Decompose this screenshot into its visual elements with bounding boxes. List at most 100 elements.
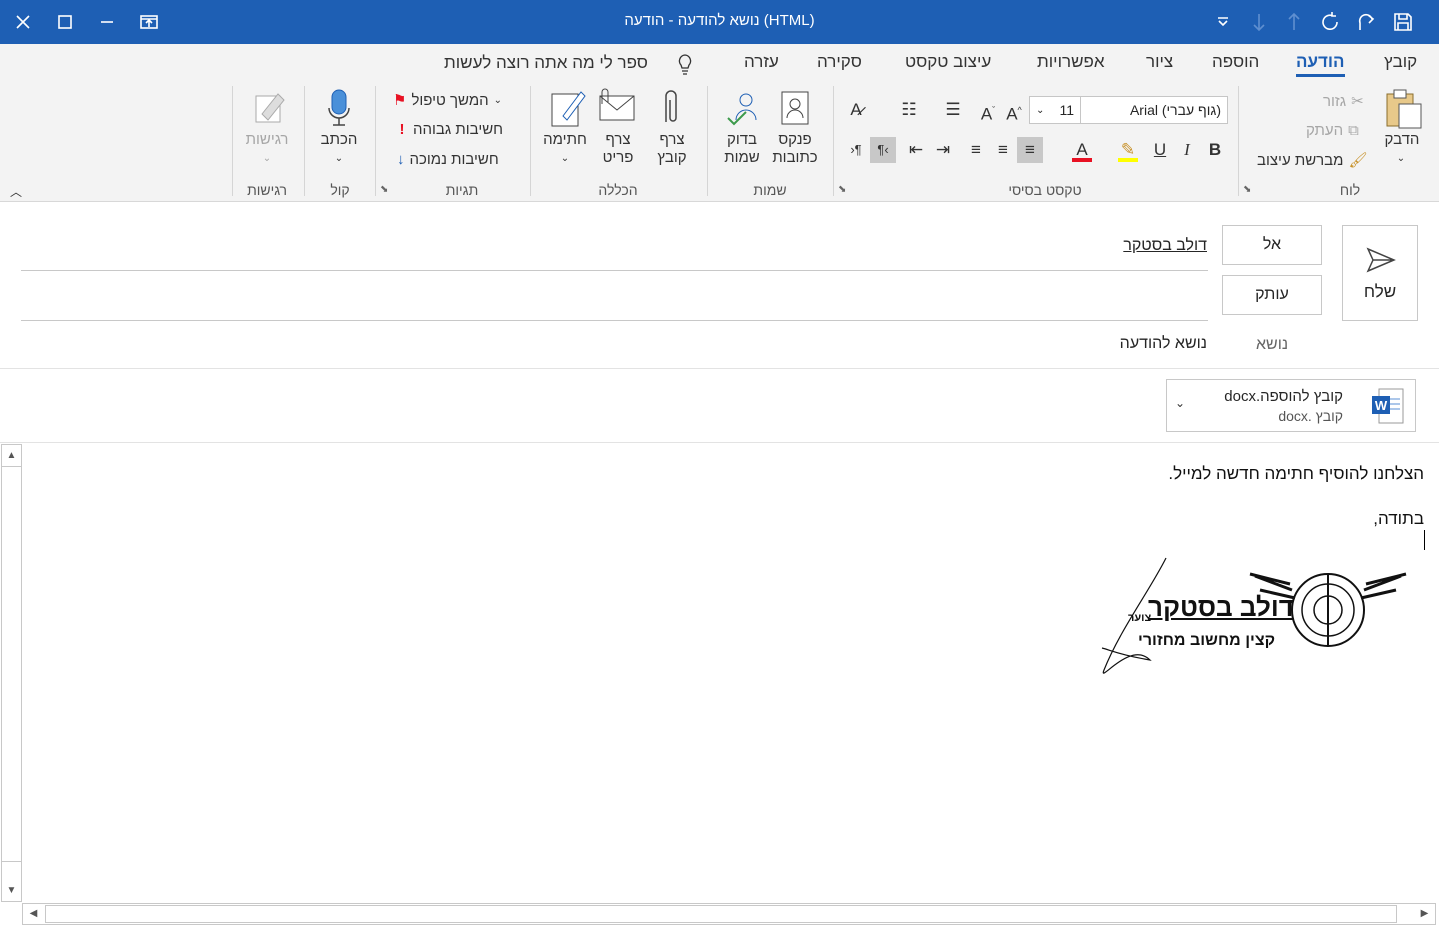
check-names-icon bbox=[727, 93, 757, 126]
collapse-ribbon-icon[interactable]: ︿ bbox=[8, 183, 24, 201]
sensitivity-button[interactable]: רגישות bbox=[241, 131, 293, 149]
highlighter-icon: ✎ bbox=[1120, 140, 1136, 159]
scroll-left-icon[interactable]: ◀ bbox=[24, 904, 43, 923]
sensitivity-dropdown-icon[interactable]: ⌄ bbox=[259, 150, 275, 168]
next-item-button[interactable] bbox=[1242, 6, 1276, 38]
signature-dropdown-icon[interactable]: ⌄ bbox=[557, 150, 573, 168]
attachment-name: קובץ להוספה.docx bbox=[1224, 388, 1343, 405]
to-recipient[interactable]: דולב בסטקר bbox=[1123, 237, 1207, 255]
separator bbox=[232, 86, 233, 196]
save-button[interactable] bbox=[1386, 6, 1420, 38]
signature-image: דולב בסטקר צוער קצין מחשוב מחזורי bbox=[1090, 550, 1410, 690]
tab-help[interactable]: עזרה bbox=[744, 52, 779, 72]
tab-draw[interactable]: ציור bbox=[1146, 52, 1173, 72]
lightbulb-icon bbox=[678, 54, 692, 75]
separator bbox=[1238, 86, 1239, 196]
tab-format-text[interactable]: עיצוב טקסט bbox=[905, 52, 991, 72]
tab-options[interactable]: אפשרויות bbox=[1037, 52, 1105, 72]
horizontal-scrollbar[interactable]: ◀ ▶ bbox=[22, 903, 1436, 925]
paste-button[interactable]: הדבק bbox=[1378, 131, 1426, 149]
decrease-indent-button[interactable]: ⇤ bbox=[903, 137, 929, 163]
clear-formatting-button[interactable]: A̷ bbox=[843, 97, 869, 123]
bullets-button[interactable]: ☷ bbox=[896, 97, 922, 123]
vertical-scroll-thumb[interactable] bbox=[2, 466, 21, 862]
low-importance-label: חשיבות נמוכה bbox=[409, 151, 499, 168]
align-center-button[interactable]: ≡ bbox=[990, 137, 1016, 163]
address-book-icon bbox=[781, 91, 809, 125]
cc-field-line bbox=[21, 320, 1208, 321]
font-size-select[interactable]: ⌄ 11 bbox=[1029, 96, 1081, 124]
dictate-button[interactable]: הכתב bbox=[315, 131, 363, 149]
font-size-dropdown-icon: ⌄ bbox=[1036, 104, 1045, 116]
ltr-button[interactable]: ›¶ bbox=[843, 137, 869, 163]
horizontal-scroll-thumb[interactable] bbox=[45, 905, 1397, 923]
customize-qat-button[interactable] bbox=[1206, 6, 1240, 38]
font-family-select[interactable]: (גוף עברי) Arial bbox=[1080, 96, 1228, 124]
sensitivity-icon bbox=[255, 93, 285, 123]
signature-name: דולב בסטקר bbox=[1148, 592, 1294, 622]
check-names-button[interactable]: בדוק שמות bbox=[716, 131, 768, 167]
font-color-button[interactable]: A bbox=[1069, 137, 1095, 163]
cc-button[interactable]: עותק bbox=[1222, 275, 1322, 315]
undo-icon bbox=[1358, 13, 1375, 30]
paste-dropdown-icon[interactable]: ⌄ bbox=[1393, 150, 1409, 168]
grow-font-button[interactable]: A^ bbox=[1001, 97, 1027, 124]
low-importance-button[interactable]: חשיבות נמוכה ↓ bbox=[397, 151, 499, 168]
clipboard-launcher-icon[interactable]: ⬊ bbox=[1243, 184, 1253, 195]
redo-icon bbox=[1322, 12, 1338, 30]
attachment-card[interactable]: W קובץ להוספה.docx קובץ .docx ⌄ bbox=[1166, 379, 1416, 432]
attach-item-button[interactable]: צרף פריט bbox=[594, 131, 642, 167]
microphone-icon bbox=[328, 89, 350, 126]
tab-message[interactable]: הודעה bbox=[1296, 52, 1345, 77]
copy-button[interactable]: ⧉ העתק bbox=[1306, 122, 1359, 139]
dictate-dropdown-icon[interactable]: ⌄ bbox=[331, 150, 347, 168]
high-importance-label: חשיבות גבוהה bbox=[413, 121, 504, 138]
save-icon bbox=[1394, 13, 1412, 31]
highlight-button[interactable]: ✎ bbox=[1115, 137, 1141, 163]
basic-text-launcher-icon[interactable]: ⬊ bbox=[838, 184, 848, 195]
group-label-voice: קול bbox=[330, 182, 350, 198]
subject-field[interactable]: נושא להודעה bbox=[1120, 335, 1207, 353]
follow-up-button[interactable]: ⌄ המשך טיפול ⚑ bbox=[393, 91, 502, 110]
attachment-dropdown-icon[interactable]: ⌄ bbox=[1175, 396, 1185, 410]
tab-file[interactable]: קובץ bbox=[1384, 52, 1417, 72]
cc-field[interactable] bbox=[21, 278, 1208, 316]
redo-button[interactable] bbox=[1313, 6, 1347, 38]
shrink-font-button[interactable]: Aˇ bbox=[975, 97, 1001, 124]
down-arrow-icon: ↓ bbox=[397, 151, 405, 168]
tab-insert[interactable]: הוספה bbox=[1212, 52, 1259, 72]
tab-review[interactable]: סקירה bbox=[817, 52, 862, 72]
copy-label: העתק bbox=[1306, 122, 1344, 139]
underline-button[interactable]: U bbox=[1147, 137, 1173, 163]
cut-button[interactable]: ✂ גזור bbox=[1323, 92, 1364, 111]
high-importance-button[interactable]: חשיבות גבוהה ! bbox=[396, 121, 504, 138]
address-book-button[interactable]: פנקס כתובות bbox=[767, 131, 823, 167]
vertical-scrollbar[interactable]: ▲ ▼ bbox=[1, 444, 22, 902]
scroll-right-icon[interactable]: ▶ bbox=[1415, 904, 1434, 923]
rtl-button[interactable]: ¶‹ bbox=[870, 137, 896, 163]
attach-file-button[interactable]: צרף קובץ bbox=[648, 131, 696, 167]
numbering-button[interactable]: ☰ bbox=[940, 97, 966, 123]
scroll-up-icon[interactable]: ▲ bbox=[2, 446, 21, 465]
body-line-1: הצלחנו להוסיף חתימה חדשה למייל. bbox=[1168, 464, 1424, 483]
separator bbox=[304, 86, 305, 196]
tell-me-box[interactable]: ספר לי מה אתה רוצה לעשות bbox=[444, 53, 648, 73]
bold-button[interactable]: B bbox=[1202, 137, 1228, 163]
italic-button[interactable]: I bbox=[1174, 137, 1200, 163]
increase-indent-button[interactable]: ⇥ bbox=[930, 137, 956, 163]
undo-button[interactable] bbox=[1350, 6, 1384, 38]
send-button[interactable]: שלח bbox=[1342, 225, 1418, 321]
align-left-button[interactable]: ≡ bbox=[963, 137, 989, 163]
tags-launcher-icon[interactable]: ⬊ bbox=[380, 184, 390, 195]
title-bar: נושא להודעה - הודעה (HTML) bbox=[0, 0, 1439, 44]
to-button[interactable]: אל bbox=[1222, 225, 1322, 265]
align-right-button[interactable]: ≡ bbox=[1017, 137, 1043, 163]
signature-button[interactable]: חתימה bbox=[540, 131, 590, 149]
group-label-tags: תגיות bbox=[445, 182, 479, 198]
arrow-up-icon bbox=[1288, 12, 1300, 30]
previous-item-button[interactable] bbox=[1277, 6, 1311, 38]
flag-icon: ⚑ bbox=[393, 92, 407, 109]
text-caret bbox=[1424, 530, 1425, 550]
scroll-down-icon[interactable]: ▼ bbox=[2, 881, 21, 900]
format-painter-button[interactable]: 🖌 מברשת עיצוב bbox=[1257, 151, 1368, 170]
